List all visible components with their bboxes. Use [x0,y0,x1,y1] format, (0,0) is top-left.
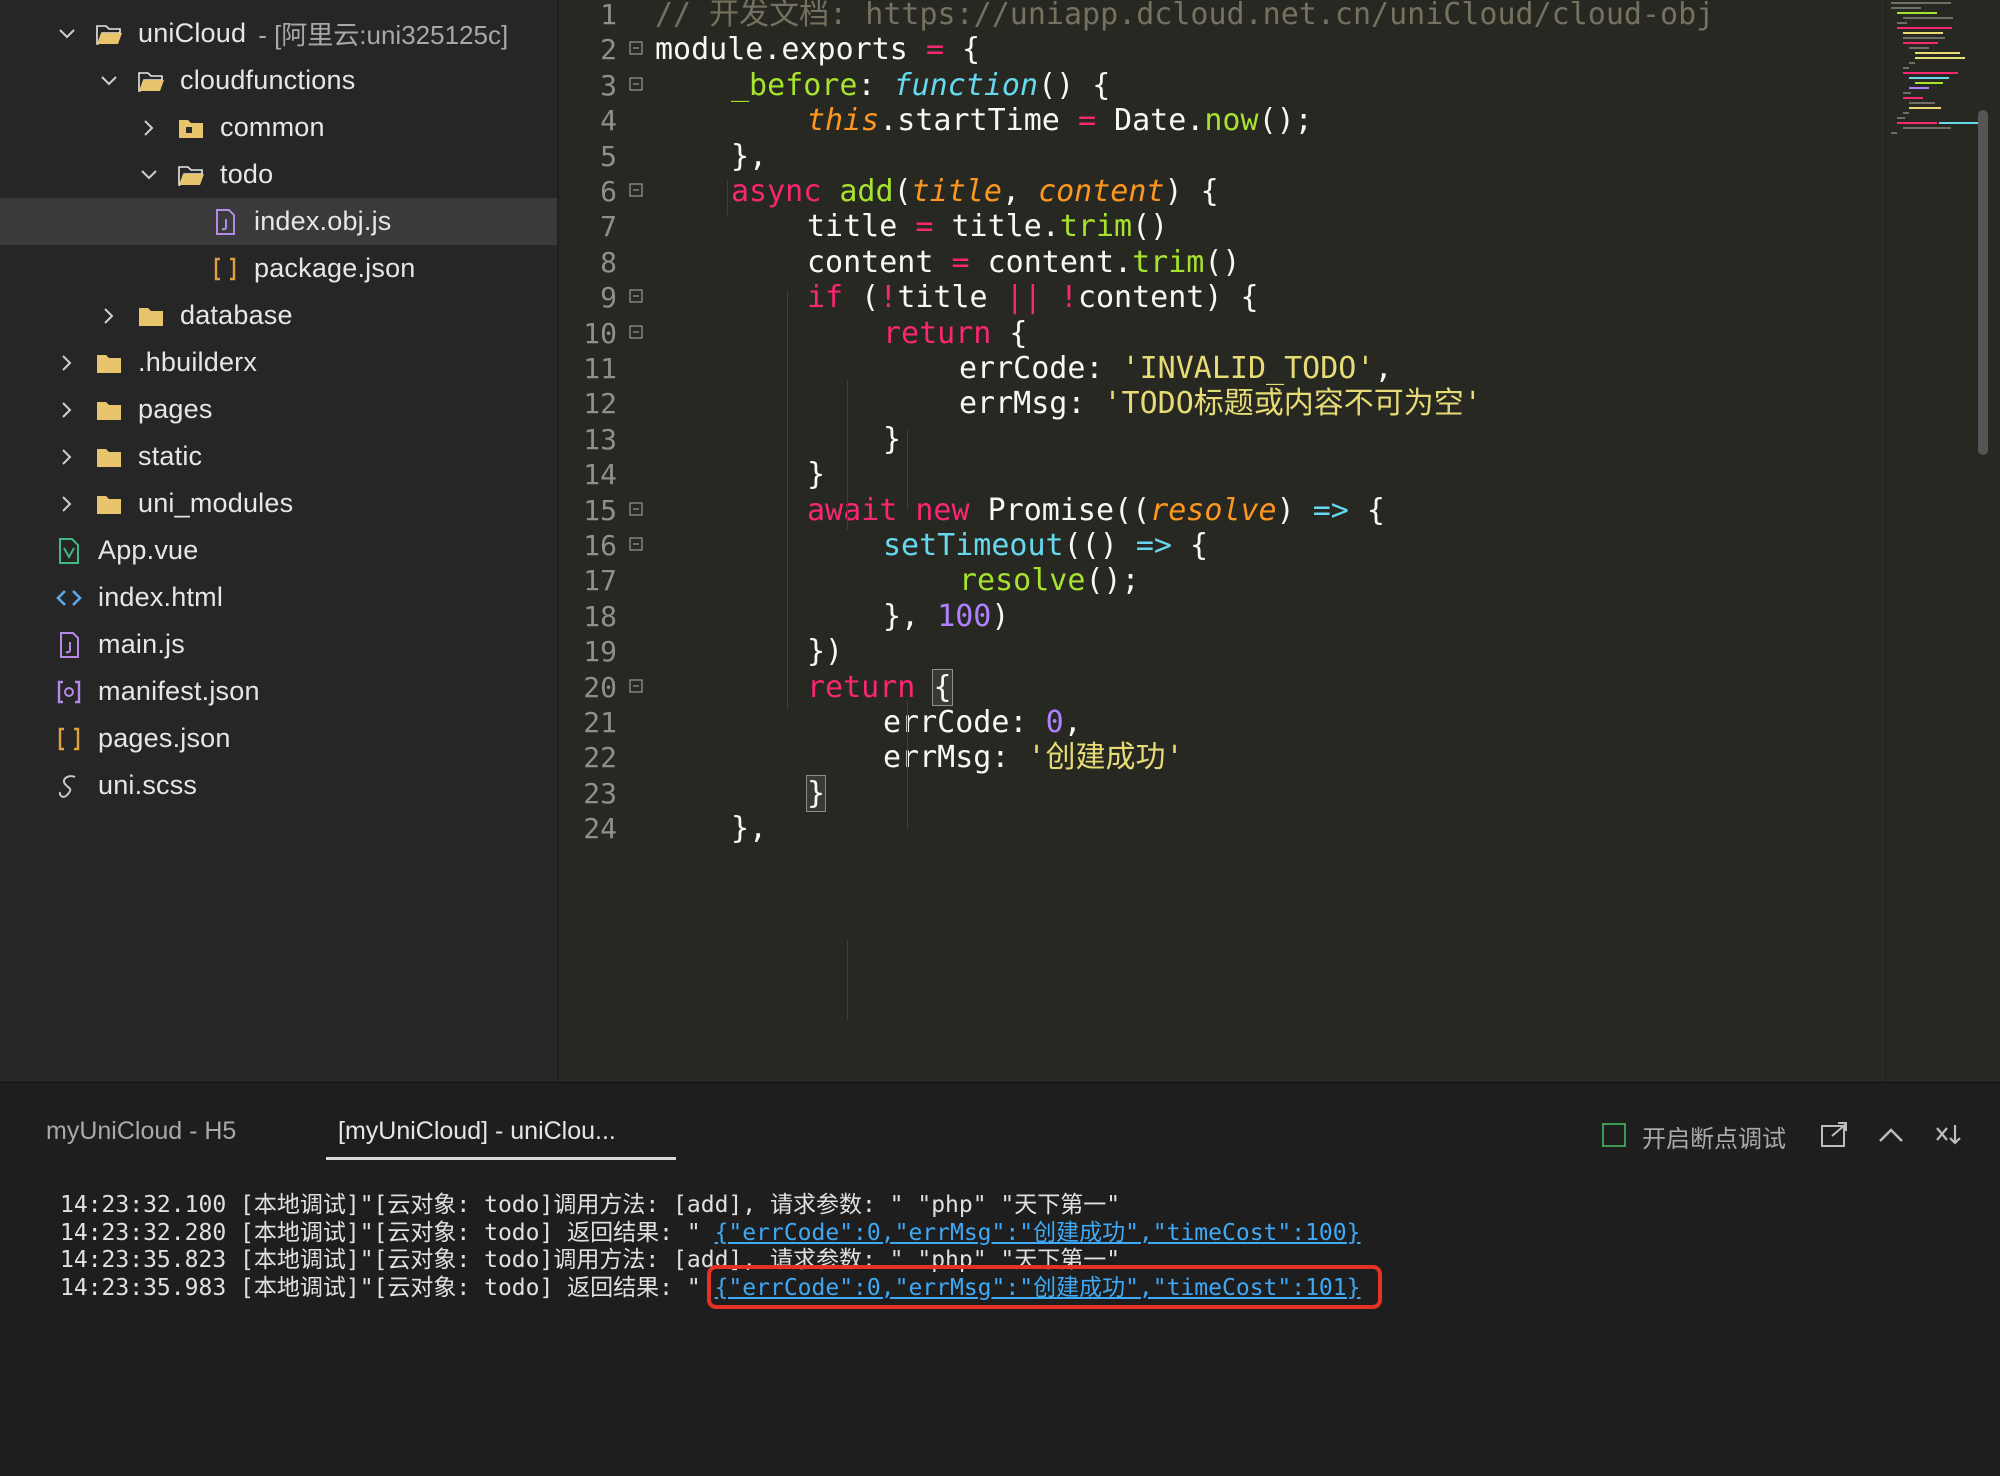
code-text: }, [731,806,767,851]
indent-guide [787,290,788,710]
chevron-right-icon[interactable] [136,115,162,141]
folder-icon [94,395,124,425]
tree-item-label: uni_modules [138,488,294,518]
indent-guide [907,700,908,830]
chevron-right-icon[interactable] [54,444,80,470]
log-line: 14:23:32.100 [本地调试]"[云对象: todo]调用方法: [ad… [60,1191,1120,1219]
breakpoint-debug-checkbox[interactable] [1602,1123,1626,1147]
export-log-icon[interactable] [1818,1119,1850,1151]
folder-special-icon [176,113,206,143]
scss-file-icon [54,771,84,801]
tree-item-label: todo [220,159,274,189]
tree-item[interactable]: App.vue [0,527,557,574]
tree-item[interactable]: cloudfunctions [0,57,557,104]
tree-item[interactable]: common [0,104,557,151]
editor-border [557,0,559,1082]
fold-toggle-icon[interactable] [629,41,643,56]
tree-item[interactable]: uniCloud - [阿里云:uni325125c] [0,10,557,57]
breakpoint-debug-label: 开启断点调试 [1642,1126,1786,1153]
folder-icon [94,489,124,519]
tree-item[interactable]: database [0,292,557,339]
line-number: 24 [583,812,617,846]
close-console-icon[interactable] [1933,1119,1965,1151]
folder-open-icon [94,19,124,49]
tree-item-label: cloudfunctions [180,65,356,95]
chevron-down-icon[interactable] [136,162,162,188]
indent-guide [727,180,728,215]
chevron-down-icon[interactable] [96,68,122,94]
tree-item[interactable]: .hbuilderx [0,339,557,386]
fold-toggle-icon[interactable] [629,537,643,551]
log-text: 14:23:35.983 [本地调试]"[云对象: todo] 返回结果: " [60,1274,715,1301]
tree-item[interactable]: pages.json [0,715,557,762]
indent-guide [847,940,848,1020]
tree-item-label: index.obj.js [254,206,392,236]
chevron-right-icon[interactable] [54,491,80,517]
chevron-down-icon[interactable] [54,21,80,47]
annotation-highlight-box [707,1265,1382,1309]
tree-item[interactable]: index.obj.js [0,198,557,245]
chevron-right-icon[interactable] [54,397,80,423]
tree-item-label: pages.json [98,723,231,753]
tree-item-label: package.json [254,253,416,283]
log-line: 14:23:32.280 [本地调试]"[云对象: todo] 返回结果: " … [60,1219,1360,1247]
vue-file-icon [54,536,84,566]
file-explorer: uniCloud - [阿里云:uni325125c] cloudfunctions… [0,0,557,1082]
tree-item-label: .hbuilderx [138,347,258,377]
indent-guide [907,430,908,510]
tree-item-subtitle: - [阿里云:uni325125c] [258,20,509,50]
tree-item-label: App.vue [98,535,199,565]
tree-item[interactable]: main.js [0,621,557,668]
fold-toggle-icon[interactable] [629,678,643,693]
chevron-right-icon[interactable] [54,350,80,376]
tree-item-label: pages [138,394,213,424]
indent-guide [847,380,848,530]
tab-unicloud-console[interactable]: [myUniCloud] - uniClou... [338,1117,616,1146]
code-line[interactable]: 24}, [557,806,1887,851]
tree-item-label: static [138,441,203,471]
log-result-link[interactable]: {"errCode":0,"errMsg":"创建成功","timeCost":… [715,1220,1361,1246]
tree-item-label: database [180,300,293,330]
folder-icon [94,348,124,378]
tree-item[interactable]: pages [0,386,557,433]
folder-open-icon [176,160,206,190]
tree-item-label: uniCloud [138,18,247,48]
js-file-icon [54,630,84,660]
chevron-right-icon[interactable] [96,303,122,329]
tree-item-label: common [220,112,325,142]
tree-item[interactable]: manifest.json [0,668,557,715]
fold-toggle-icon[interactable] [629,77,643,91]
fold-toggle-icon[interactable] [629,289,643,303]
tree-item-label: main.js [98,629,185,659]
html-file-icon [54,583,84,613]
tree-item[interactable]: todo [0,151,557,198]
tree-item-label: index.html [98,582,224,612]
folder-icon [136,301,166,331]
active-tab-indicator [326,1157,676,1160]
js-file-icon [210,207,240,237]
code-token: }, [731,811,768,847]
code-editor[interactable]: 1// 开发文档: https://uniapp.dcloud.net.cn/u… [557,0,2000,1082]
editor-scrollbar[interactable] [1978,110,1988,455]
tree-item-label: uni.scss [98,770,198,800]
tree-item[interactable]: index.html [0,574,557,621]
json-file-icon [210,254,240,284]
manifest-file-icon [54,677,84,707]
tree-item-label: manifest.json [98,676,260,706]
tree-item[interactable]: package.json [0,245,557,292]
tree-item[interactable]: static [0,433,557,480]
collapse-up-icon[interactable] [1875,1119,1907,1151]
tab-h5-console[interactable]: myUniCloud - H5 [46,1117,236,1146]
log-text: 14:23:32.100 [本地调试]"[云对象: todo]调用方法: [ad… [60,1192,1121,1218]
log-text: 14:23:32.280 [本地调试]"[云对象: todo] 返回结果: " [60,1219,715,1246]
tree-item[interactable]: uni.scss [0,762,557,809]
tree-item[interactable]: uni_modules [0,480,557,527]
folder-open-icon [136,66,166,96]
folder-icon [94,442,124,472]
fold-toggle-icon[interactable] [629,324,643,339]
json-file-icon [54,724,84,754]
fold-toggle-icon[interactable] [629,183,643,197]
fold-toggle-icon[interactable] [629,501,643,516]
